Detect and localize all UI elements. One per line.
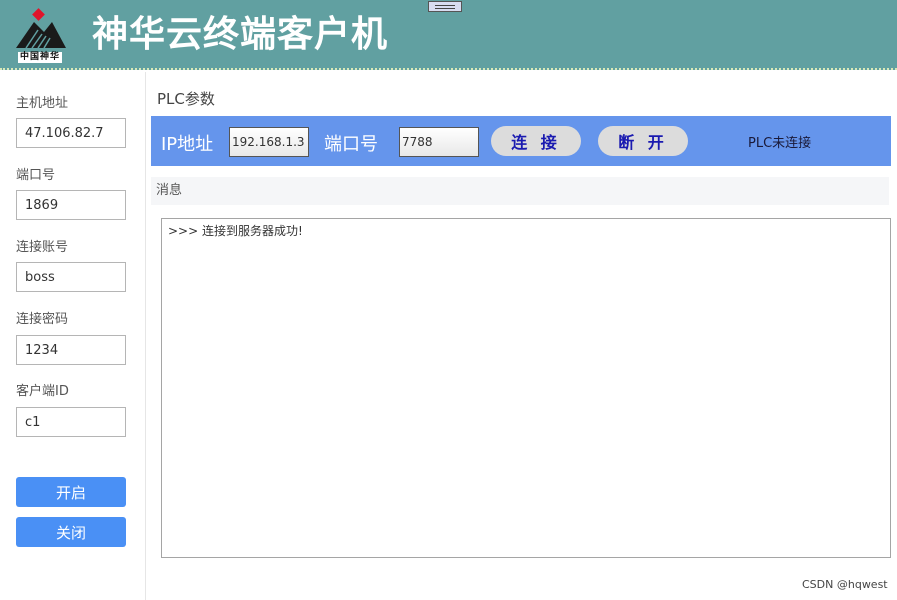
plc-ip-label: IP地址 <box>161 134 214 155</box>
close-button[interactable]: 关闭 <box>16 517 126 547</box>
plc-ip-input[interactable] <box>229 127 309 157</box>
app-title: 神华云终端客户机 <box>92 14 389 55</box>
window-grip-handle[interactable] <box>428 1 462 12</box>
messages-title: 消息 <box>151 177 889 205</box>
plc-section-title: PLC参数 <box>157 90 215 108</box>
logo-caption: 中国神华 <box>18 52 63 63</box>
plc-connect-button[interactable]: 连 接 <box>491 126 581 156</box>
watermark-text: CSDN @hqwest <box>802 578 888 591</box>
password-label: 连接密码 <box>16 312 69 327</box>
app-header: 中国神华 神华云终端客户机 <box>0 0 897 70</box>
message-log[interactable]: >>> 连接到服务器成功! <box>161 218 891 558</box>
start-button[interactable]: 开启 <box>16 477 126 507</box>
plc-status-text: PLC未连接 <box>748 136 812 151</box>
client-id-input[interactable] <box>16 407 126 437</box>
server-settings-sidebar: 主机地址 端口号 连接账号 连接密码 客户端ID 开启 关闭 <box>0 72 146 600</box>
port-label: 端口号 <box>16 168 56 183</box>
account-label: 连接账号 <box>16 240 69 255</box>
account-input[interactable] <box>16 262 126 292</box>
plc-port-label: 端口号 <box>324 134 378 155</box>
port-input[interactable] <box>16 190 126 220</box>
client-id-label: 客户端ID <box>16 384 69 399</box>
host-label: 主机地址 <box>16 96 69 111</box>
host-input[interactable] <box>16 118 126 148</box>
message-line: >>> 连接到服务器成功! <box>168 224 303 238</box>
plc-connection-bar: IP地址 端口号 连 接 断 开 PLC未连接 <box>151 116 891 166</box>
plc-disconnect-button[interactable]: 断 开 <box>598 126 688 156</box>
password-input[interactable] <box>16 335 126 365</box>
plc-port-input[interactable] <box>399 127 479 157</box>
